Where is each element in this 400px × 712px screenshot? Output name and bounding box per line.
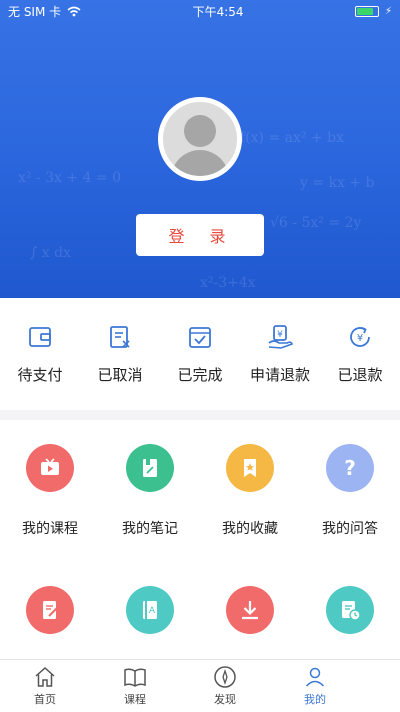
order-label: 已取消 [97,366,143,384]
feature-download[interactable] [200,586,300,660]
tab-bar: 首页 课程 发现 我的 [0,659,400,712]
download-icon [242,601,258,620]
order-completed[interactable]: 已完成 [160,298,240,410]
order-label: 已完成 [177,366,223,384]
feature-label: 我的收藏 [222,521,278,537]
order-label: 已退款 [337,366,383,384]
carrier-label: 无 SIM 卡 [8,4,62,19]
math-background-text: ∫ x dx [30,245,71,261]
tab-label: 首页 [34,693,56,706]
feature-my-qa[interactable]: ? 我的问答 [300,444,400,538]
order-refunded[interactable]: ¥ 已退款 [320,298,400,410]
avatar-head-shape [184,115,216,147]
clock-document-icon [342,601,361,621]
math-background-text: y = kx + b [300,175,375,191]
feature-icon-circle [26,586,74,634]
feature-grid: 我的课程 我的笔记 我的收藏 ? 我的问答 A [0,420,400,659]
status-bar-right: ⚡ [354,5,392,17]
profile-header: √6 - 5x² = 2y x² - 3x + 4 = 0 f(x) = ax²… [0,0,400,298]
video-icon [41,458,59,475]
feature-icon-circle [226,586,274,634]
avatar-body-shape [171,150,229,176]
charging-icon: ⚡ [384,5,392,17]
feature-book[interactable]: A [100,586,200,660]
order-refund-request[interactable]: ¥ 申请退款 [240,298,320,410]
feature-icon-circle [126,444,174,492]
refunded-icon: ¥ [350,327,370,347]
feature-row: A [0,586,400,660]
feature-label: 我的课程 [22,521,78,537]
feature-my-courses[interactable]: 我的课程 [0,444,100,538]
cancelled-list-icon [110,326,130,348]
feature-row: 我的课程 我的笔记 我的收藏 ? 我的问答 [0,444,400,538]
tab-label: 我的 [304,693,326,706]
edit-document-icon [43,601,58,619]
svg-text:?: ? [344,456,356,480]
book-open-icon [124,668,146,687]
feature-edit-document[interactable] [0,586,100,660]
svg-text:A: A [149,606,156,616]
user-icon [305,667,325,687]
order-cancelled[interactable]: 已取消 [80,298,160,410]
feature-label: 我的笔记 [122,521,178,537]
status-time: 下午4:54 [192,4,244,19]
status-bar-left: 无 SIM 卡 [8,3,81,20]
order-label: 申请退款 [249,366,310,384]
feature-my-notes[interactable]: 我的笔记 [100,444,200,538]
feature-my-favorites[interactable]: 我的收藏 [200,444,300,538]
tab-label: 发现 [214,693,236,706]
completed-calendar-icon [189,327,211,348]
feature-icon-circle [326,586,374,634]
math-background-text: x² - 3x + 4 = 0 [18,170,122,186]
tab-courses[interactable]: 课程 [90,660,180,712]
svg-text:¥: ¥ [357,333,363,344]
status-bar: 无 SIM 卡 下午4:54 ⚡ [0,0,400,22]
compass-icon [214,666,236,688]
math-background-text: f(x) = ax² + bx [240,130,344,146]
wallet-icon [29,327,51,347]
home-icon [35,666,55,687]
tab-discover[interactable]: 发现 [180,660,270,712]
refund-request-icon: ¥ [268,325,293,349]
tab-label: 课程 [124,693,146,706]
feature-icon-circle: ? [326,444,374,492]
wifi-icon [67,6,81,16]
feature-history[interactable] [300,586,400,660]
book-icon: A [143,601,157,619]
login-button[interactable]: 登 录 [136,214,264,256]
bookmark-star-icon [244,459,256,477]
feature-label: 我的问答 [322,521,378,537]
feature-icon-circle [226,444,274,492]
math-background-text: x²-3+4x [200,275,256,291]
feature-icon-circle: A [126,586,174,634]
order-label: 待支付 [17,366,63,384]
battery-fill [356,7,373,15]
question-icon: ? [344,456,356,480]
note-icon [143,459,157,477]
math-background-text: √6 - 5x² = 2y [270,215,362,231]
tab-home[interactable]: 首页 [0,660,90,712]
tab-mine[interactable]: 我的 [270,660,360,712]
battery-icon [354,5,379,17]
svg-text:¥: ¥ [277,330,283,340]
feature-icon-circle [26,444,74,492]
order-status-bar: 待支付 已取消 已完成 ¥ 申请退款 ¥ 已退款 [0,298,400,410]
avatar[interactable] [158,97,242,181]
order-pending-payment[interactable]: 待支付 [0,298,80,410]
